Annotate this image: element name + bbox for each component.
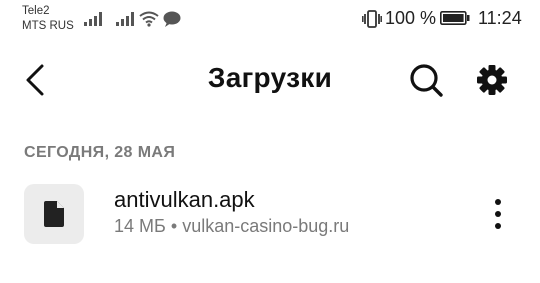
file-meta: 14 МБ • vulkan-casino-bug.ru bbox=[114, 216, 349, 237]
more-vertical-icon bbox=[495, 199, 501, 229]
settings-button[interactable] bbox=[472, 60, 512, 100]
page-title: Загрузки bbox=[207, 62, 333, 93]
document-icon bbox=[44, 201, 64, 227]
file-source: vulkan-casino-bug.ru bbox=[182, 216, 350, 236]
app-bar: Загрузки bbox=[0, 52, 540, 108]
chat-bubble-icon bbox=[163, 11, 181, 27]
battery-icon bbox=[440, 11, 470, 25]
file-thumbnail bbox=[24, 184, 84, 244]
carrier-1-label: Tele2 bbox=[22, 5, 50, 17]
search-icon bbox=[410, 64, 443, 97]
meta-separator: • bbox=[170, 216, 178, 236]
section-date-header: СЕГОДНЯ, 28 МАЯ bbox=[24, 144, 176, 161]
signal-icon bbox=[84, 12, 102, 26]
file-name: antivulkan.apk bbox=[114, 187, 255, 212]
file-size: 14 МБ bbox=[114, 216, 166, 236]
carrier-names: Tele2 MTS RUS bbox=[22, 4, 74, 34]
wifi-icon bbox=[139, 11, 159, 27]
status-time: 11:24 bbox=[478, 8, 522, 28]
download-list-item[interactable]: antivulkan.apk 14 МБ • vulkan-casino-bug… bbox=[0, 180, 540, 250]
status-bar: Tele2 MTS RUS 100 % 11:24 bbox=[0, 0, 540, 40]
search-button[interactable] bbox=[406, 60, 446, 100]
carrier-2-label: MTS RUS bbox=[22, 20, 74, 32]
battery-percent: 100 % bbox=[385, 8, 437, 28]
signal-icon bbox=[116, 12, 134, 26]
gear-icon bbox=[477, 65, 507, 95]
vibrate-icon bbox=[362, 10, 382, 28]
more-options-button[interactable] bbox=[484, 194, 512, 234]
